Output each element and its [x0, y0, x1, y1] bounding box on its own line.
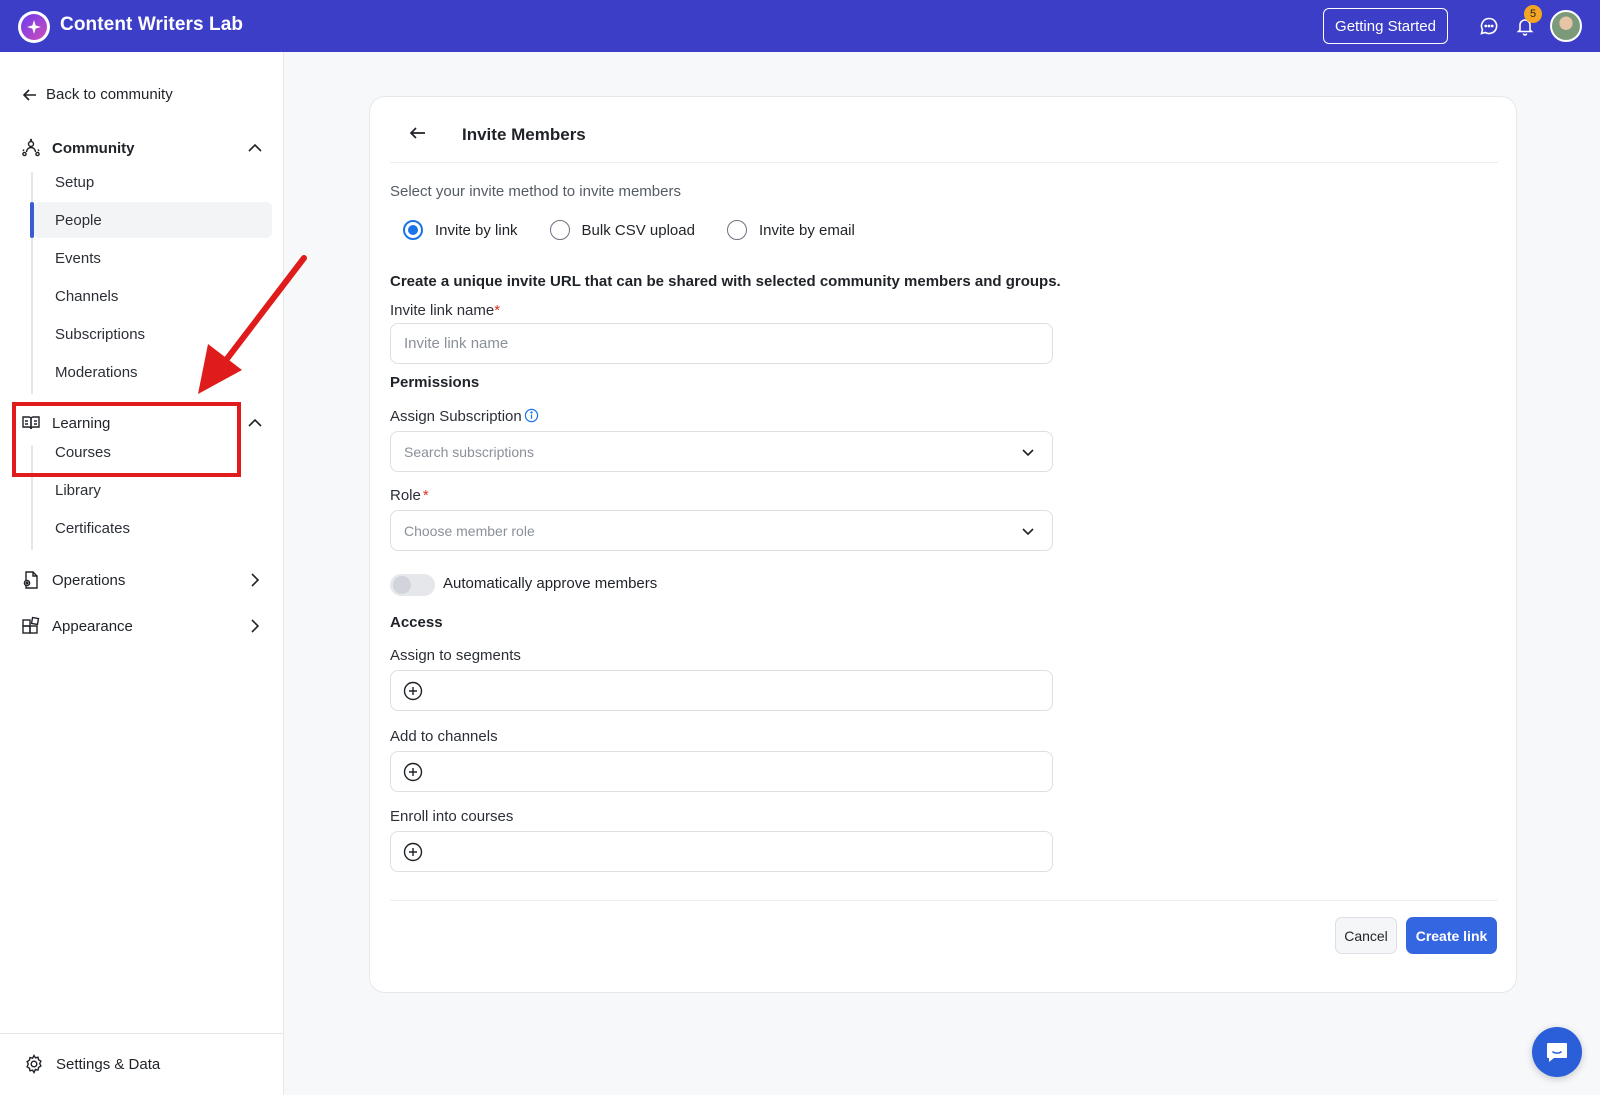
notification-badge: 5: [1524, 5, 1542, 23]
back-link-label: Back to community: [46, 86, 173, 103]
back-to-community-link[interactable]: Back to community: [22, 86, 173, 103]
sidebar-group-appearance[interactable]: Appearance: [20, 614, 264, 638]
add-circle-icon[interactable]: [403, 681, 423, 701]
avatar[interactable]: [1550, 10, 1582, 42]
radio-invite-by-link[interactable]: Invite by link: [403, 220, 518, 240]
invite-method-prompt: Select your invite method to invite memb…: [390, 183, 681, 200]
select-placeholder: Choose member role: [404, 522, 535, 539]
sidebar-footer: Settings & Data: [0, 1033, 284, 1095]
channels-label: Add to channels: [390, 728, 498, 745]
arrow-left-icon[interactable]: [408, 123, 428, 143]
sidebar-group-community-label: Community: [52, 139, 135, 157]
footer-divider: [390, 900, 1498, 901]
sidebar-item-setup[interactable]: Setup: [34, 164, 272, 200]
invite-link-name-label: Invite link name*: [390, 302, 501, 319]
sidebar-group-operations[interactable]: Operations: [20, 568, 264, 592]
annotation-arrow-icon: [198, 255, 307, 394]
sidebar: Back to community Community Setup People…: [0, 52, 284, 1095]
subscription-select[interactable]: Search subscriptions: [390, 431, 1053, 472]
chat-icon[interactable]: [1478, 15, 1500, 37]
invite-description: Create a unique invite URL that can be s…: [390, 273, 1061, 290]
chevron-right-icon[interactable]: [246, 617, 264, 635]
settings-link[interactable]: Settings & Data: [24, 1054, 160, 1074]
appearance-icon: [20, 615, 42, 637]
sidebar-group-community[interactable]: Community: [20, 136, 264, 160]
radio-label: Bulk CSV upload: [581, 221, 695, 239]
radio-label: Invite by link: [435, 221, 518, 239]
invite-members-card: Invite Members Select your invite method…: [369, 96, 1517, 993]
chevron-up-icon[interactable]: [246, 139, 264, 157]
brand-logo-icon[interactable]: [18, 11, 50, 43]
cancel-button[interactable]: Cancel: [1335, 917, 1397, 954]
role-label: Role *: [390, 487, 429, 504]
invite-method-group: Invite by link Bulk CSV upload Invite by…: [403, 220, 887, 240]
radio-selected-icon[interactable]: [403, 220, 423, 240]
access-title: Access: [390, 614, 443, 631]
chevron-up-icon[interactable]: [246, 414, 264, 432]
community-icon: [20, 137, 42, 159]
brand-name[interactable]: Content Writers Lab: [60, 14, 243, 36]
info-icon[interactable]: [524, 408, 539, 423]
chevron-down-icon: [1022, 528, 1034, 536]
segments-label: Assign to segments: [390, 647, 521, 664]
page-title: Invite Members: [462, 125, 586, 144]
assign-subscription-label: Assign Subscription: [390, 408, 539, 425]
radio-bulk-csv-upload[interactable]: Bulk CSV upload: [549, 220, 695, 240]
courses-label: Enroll into courses: [390, 808, 514, 825]
radio-invite-by-email[interactable]: Invite by email: [726, 220, 855, 240]
create-link-button[interactable]: Create link: [1406, 917, 1497, 954]
select-placeholder: Search subscriptions: [404, 443, 534, 460]
operations-icon: [20, 569, 42, 591]
chevron-down-icon: [1022, 449, 1034, 457]
auto-approve-label: Automatically approve members: [443, 575, 658, 592]
add-circle-icon[interactable]: [403, 762, 423, 782]
support-chat-button[interactable]: [1532, 1027, 1582, 1077]
arrow-left-icon: [22, 88, 36, 101]
add-circle-icon[interactable]: [403, 842, 423, 862]
sidebar-item-library[interactable]: Library: [34, 472, 272, 508]
sidebar-group-appearance-label: Appearance: [52, 617, 133, 635]
sidebar-item-people[interactable]: People: [34, 202, 272, 238]
permissions-title: Permissions: [390, 374, 480, 391]
invite-link-name-input[interactable]: Invite link name: [390, 323, 1053, 364]
radio-unselected-icon[interactable]: [549, 220, 570, 240]
radio-label: Invite by email: [758, 221, 855, 239]
segments-field[interactable]: [390, 670, 1053, 711]
getting-started-button[interactable]: Getting Started: [1323, 8, 1448, 44]
settings-label: Settings & Data: [56, 1055, 161, 1073]
gear-icon: [26, 1054, 42, 1074]
top-bar: Content Writers Lab Getting Started 5: [0, 0, 1600, 52]
input-placeholder: Invite link name: [404, 335, 509, 352]
auto-approve-toggle[interactable]: [390, 574, 435, 596]
card-header: Invite Members: [390, 97, 1498, 163]
chevron-right-icon[interactable]: [246, 571, 264, 589]
sidebar-group-operations-label: Operations: [52, 571, 126, 589]
courses-field[interactable]: [390, 831, 1053, 872]
role-select[interactable]: Choose member role: [390, 510, 1053, 551]
sidebar-item-certificates[interactable]: Certificates: [34, 510, 272, 546]
annotation-highlight-box: [12, 402, 241, 477]
chat-bubble-icon: [1547, 1043, 1567, 1062]
radio-unselected-icon[interactable]: [726, 220, 747, 240]
channels-field[interactable]: [390, 751, 1053, 792]
